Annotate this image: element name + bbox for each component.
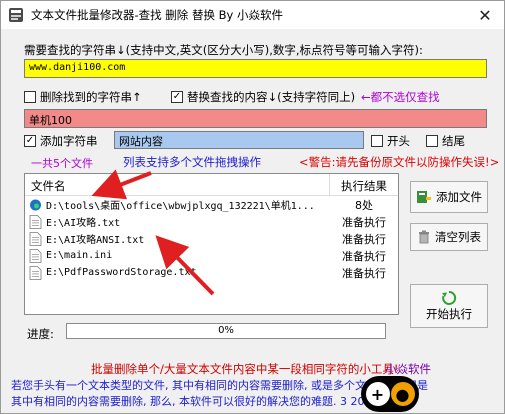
file-list[interactable]: 文件名 执行结果 D:\tools\桌面\office\wbwjplxgq_13… [24, 173, 399, 315]
file-name: E:\main.ini [46, 250, 113, 261]
record-icon[interactable]: ● [390, 382, 415, 406]
delete-found-checkbox[interactable]: 删除找到的字符串↑ [24, 89, 142, 105]
table-row[interactable]: E:\main.ini 准备执行 [25, 247, 398, 264]
file-name-cell: E:\main.ini [25, 248, 330, 263]
file-result-cell: 准备执行 [342, 232, 386, 246]
table-row[interactable]: D:\tools\桌面\office\wbwjplxgq_132221\单机1.… [25, 196, 398, 213]
add-string-label: 添加字符串 [40, 134, 98, 148]
footer-description-1: 若您手头有一个文本类型的文件, 其中有相同的内容需要删除, 或是多个文本文件, … [11, 379, 428, 392]
replace-input[interactable]: 单机100 [24, 109, 487, 128]
footer-author: 小焱软件 [385, 362, 431, 376]
replace-found-checkbox[interactable]: ✓ 替换查找的内容↓(支持字符同上) [171, 89, 355, 105]
file-result-cell: 8处 [355, 198, 373, 212]
prefix-check [371, 135, 383, 147]
suffix-check [426, 135, 438, 147]
start-button[interactable]: 开始执行 [410, 284, 488, 328]
close-icon: ✕ [478, 5, 492, 25]
file-icon [29, 214, 42, 229]
file-name: D:\tools\桌面\office\wbwjplxgq_132221\单机1.… [46, 201, 315, 212]
plus-icon[interactable]: + [365, 382, 390, 406]
add-file-label: 添加文件 [436, 190, 482, 204]
app-window: 文本文件批量修改器-查找 删除 替换 By 小焱软件 ✕ 需要查找的字符串↓(支… [0, 0, 505, 414]
file-rows: D:\tools\桌面\office\wbwjplxgq_132221\单机1.… [25, 196, 398, 281]
start-label: 开始执行 [426, 307, 472, 321]
app-icon [9, 8, 23, 22]
footer-description-2: 其中有相同的内容需要删除, 那么, 本软件可以很好的解决您的难题. 3 2007… [11, 395, 408, 408]
file-name: E:\AI攻略.txt [46, 218, 121, 229]
overlay-badge[interactable]: + ● [361, 376, 419, 412]
file-result-cell: 准备执行 [342, 249, 386, 263]
column-result[interactable]: 执行结果 [330, 174, 398, 195]
drag-tip: 列表支持多个文件拖拽操作 [123, 155, 261, 169]
find-input[interactable]: www.danji100.com [24, 59, 487, 78]
table-row[interactable]: E:\AI攻略.txt 准备执行 [25, 213, 398, 230]
file-result-cell: 准备执行 [342, 215, 386, 229]
replace-found-label: 替换查找的内容↓(支持字符同上) [187, 90, 356, 104]
delete-found-label: 删除找到的字符串↑ [40, 90, 142, 104]
progress-text: 0% [218, 325, 234, 336]
file-name: E:\AI攻略ANSI.txt [46, 235, 145, 246]
delete-found-check [24, 91, 36, 103]
add-file-icon [417, 191, 431, 203]
prefix-checkbox[interactable]: 开头 [371, 133, 410, 149]
file-icon [29, 231, 42, 246]
table-row[interactable]: E:\PdfPasswordStorage.txt 准备执行 [25, 264, 398, 281]
progress-label: 进度: [27, 327, 54, 341]
replace-note: ←都不选仅查找 [361, 90, 440, 104]
window-title: 文本文件批量修改器-查找 删除 替换 By 小焱软件 [31, 8, 283, 22]
file-name-cell: E:\AI攻略.txt [25, 214, 330, 229]
file-name-cell: E:\PdfPasswordStorage.txt [25, 265, 330, 280]
edge-icon [30, 199, 41, 210]
add-string-input[interactable]: 网站内容 [114, 131, 364, 149]
add-file-button[interactable]: 添加文件 [410, 181, 488, 213]
progress-bar: 0% [66, 323, 386, 339]
file-count: 一共5个文件 [31, 157, 93, 170]
title-bar: 文本文件批量修改器-查找 删除 替换 By 小焱软件 ✕ [1, 1, 504, 29]
footer-tagline: 批量删除单个/大量文本文件内容中某一段相同字符的小工具! [91, 362, 399, 376]
file-icon [29, 265, 42, 280]
add-string-checkbox[interactable]: ✓ 添加字符串 [24, 133, 98, 149]
refresh-icon [442, 290, 457, 305]
column-filename[interactable]: 文件名 [25, 174, 330, 195]
clear-list-button[interactable]: 清空列表 [410, 223, 488, 251]
backup-warning: <警告:请先备份原文件以防操作失误!> [299, 155, 500, 169]
add-string-check: ✓ [24, 135, 36, 147]
prefix-label: 开头 [387, 134, 410, 148]
file-result-cell: 准备执行 [342, 266, 386, 280]
trash-icon [419, 230, 429, 244]
file-name-cell: D:\tools\桌面\office\wbwjplxgq_132221\单机1.… [25, 197, 330, 212]
clear-list-label: 清空列表 [435, 230, 481, 244]
close-button[interactable]: ✕ [466, 1, 504, 29]
table-row[interactable]: E:\AI攻略ANSI.txt 准备执行 [25, 230, 398, 247]
suffix-checkbox[interactable]: 结尾 [426, 133, 465, 149]
file-name-cell: E:\AI攻略ANSI.txt [25, 231, 330, 246]
replace-found-check: ✓ [171, 91, 183, 103]
file-list-header: 文件名 执行结果 [25, 174, 398, 196]
file-name: E:\PdfPasswordStorage.txt [46, 267, 197, 278]
file-icon [29, 248, 42, 263]
find-label: 需要查找的字符串↓(支持中文,英文(区分大小写),数字,标点符号等可输入字符): [24, 43, 423, 57]
suffix-label: 结尾 [442, 134, 465, 148]
